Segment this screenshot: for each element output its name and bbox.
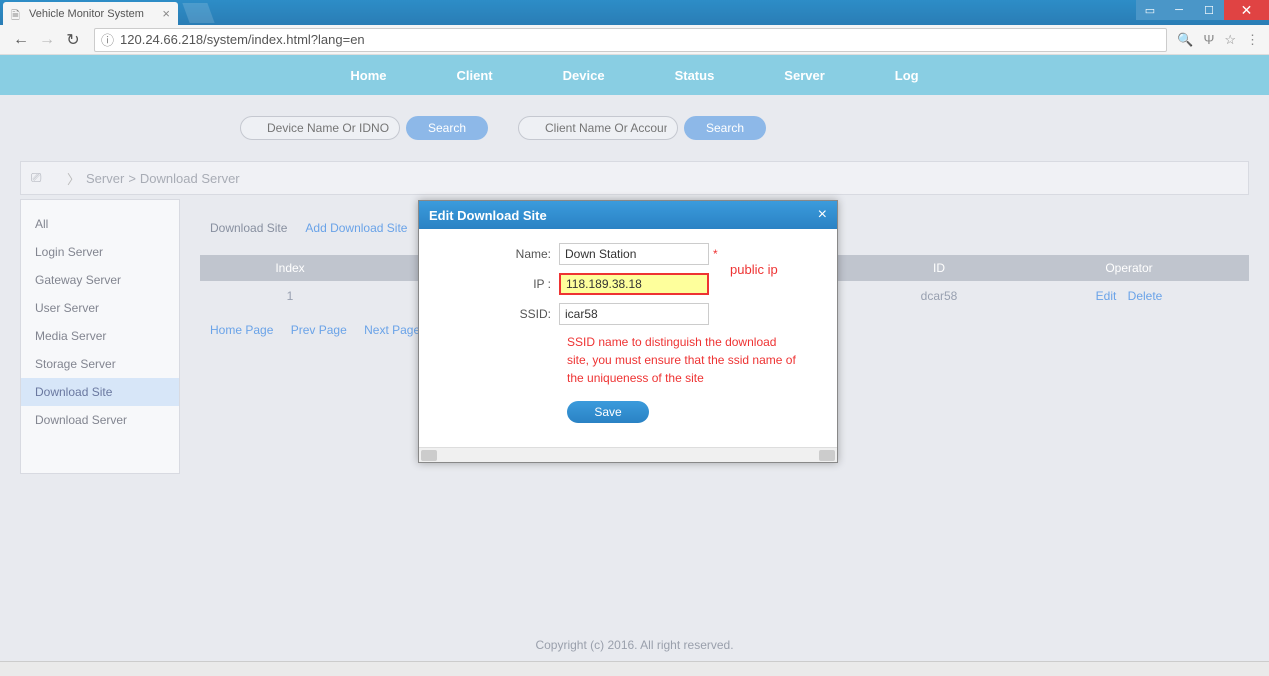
app-nav: Home Client Device Status Server Log xyxy=(350,68,918,83)
sidebar-item-login-server[interactable]: Login Server xyxy=(21,238,179,266)
cell-operator: Edit Delete xyxy=(1009,281,1249,311)
url-text: 120.24.66.218/system/index.html?lang=en xyxy=(120,32,365,47)
nav-home[interactable]: Home xyxy=(350,68,386,83)
reload-button[interactable]: ↻ xyxy=(62,29,84,51)
modal-horizontal-scrollbar[interactable] xyxy=(419,447,837,462)
nav-log[interactable]: Log xyxy=(895,68,919,83)
browser-titlebar: Vehicle Monitor System × ▭ ─ ☐ ✕ xyxy=(0,0,1269,25)
tab-close-icon[interactable]: × xyxy=(162,6,170,21)
client-search-group: Search xyxy=(518,116,766,140)
window-minimize-button[interactable]: ─ xyxy=(1164,0,1194,20)
nav-device[interactable]: Device xyxy=(563,68,605,83)
ip-input[interactable] xyxy=(559,273,709,295)
public-ip-annotation: public ip xyxy=(730,262,778,277)
device-search-button[interactable]: Search xyxy=(406,116,488,140)
footer: Copyright (c) 2016. All right reserved. xyxy=(0,638,1269,652)
bottom-scrollbar[interactable] xyxy=(0,661,1269,676)
cell-index: 1 xyxy=(200,281,380,311)
edit-link[interactable]: Edit xyxy=(1096,289,1117,303)
forward-button[interactable]: → xyxy=(36,29,58,51)
menu-icon[interactable]: ⋮ xyxy=(1246,32,1259,48)
nav-client[interactable]: Client xyxy=(457,68,493,83)
tab-add-download-site[interactable]: Add Download Site xyxy=(305,221,407,235)
breadcrumb-part2: Download Server xyxy=(140,171,240,186)
sidebar-item-storage-server[interactable]: Storage Server xyxy=(21,350,179,378)
chevron-icon: 〉 xyxy=(67,169,80,188)
ssid-label: SSID: xyxy=(429,307,559,321)
breadcrumb-sep: > xyxy=(128,171,136,186)
sidebar-item-media-server[interactable]: Media Server xyxy=(21,322,179,350)
ssid-input[interactable] xyxy=(559,303,709,325)
save-button[interactable]: Save xyxy=(567,401,649,423)
client-search-input[interactable] xyxy=(518,116,678,140)
required-star: * xyxy=(713,247,718,261)
window-maximize-button[interactable]: ☐ xyxy=(1194,0,1224,20)
new-tab-button[interactable] xyxy=(182,3,214,23)
sidebar-item-download-server[interactable]: Download Server xyxy=(21,406,179,434)
sidebar-item-download-site[interactable]: Download Site xyxy=(21,378,179,406)
client-search-button[interactable]: Search xyxy=(684,116,766,140)
nav-server[interactable]: Server xyxy=(784,68,824,83)
ip-label: IP : xyxy=(429,277,559,291)
scroll-left-icon[interactable] xyxy=(421,450,437,461)
search-row: Search Search xyxy=(0,95,1269,151)
sidebar: All Login Server Gateway Server User Ser… xyxy=(20,199,180,474)
zoom-icon[interactable]: 🔍 xyxy=(1177,32,1193,48)
modal-title: Edit Download Site xyxy=(429,208,547,223)
name-label: Name: xyxy=(429,247,559,261)
bookmark-icon[interactable]: ☆ xyxy=(1224,32,1236,48)
name-input[interactable] xyxy=(559,243,709,265)
th-operator: Operator xyxy=(1009,255,1249,281)
cell-id: dcar58 xyxy=(869,281,1009,311)
sidebar-item-gateway-server[interactable]: Gateway Server xyxy=(21,266,179,294)
browser-toolbar: ← → ↻ ⓘ 120.24.66.218/system/index.html?… xyxy=(0,25,1269,55)
url-bar[interactable]: ⓘ 120.24.66.218/system/index.html?lang=e… xyxy=(94,28,1167,52)
window-controls: ▭ ─ ☐ ✕ xyxy=(1136,0,1269,20)
th-index: Index xyxy=(200,255,380,281)
pager-home[interactable]: Home Page xyxy=(210,323,273,337)
breadcrumb: ⎚ 〉 Server > Download Server xyxy=(20,161,1249,195)
browser-tab[interactable]: Vehicle Monitor System × xyxy=(3,2,178,25)
window-account-icon[interactable]: ▭ xyxy=(1136,0,1164,20)
th-id: ID xyxy=(869,255,1009,281)
breadcrumb-part1[interactable]: Server xyxy=(86,171,124,186)
modal-header[interactable]: Edit Download Site × xyxy=(419,201,837,229)
device-search-group: Search xyxy=(240,116,488,140)
tab-title: Vehicle Monitor System xyxy=(29,8,144,20)
ssid-note: SSID name to distinguish the download si… xyxy=(567,333,797,387)
tab-download-site[interactable]: Download Site xyxy=(210,221,287,235)
modal-close-icon[interactable]: × xyxy=(818,206,827,224)
device-search-input[interactable] xyxy=(240,116,400,140)
psi-icon[interactable]: Ψ xyxy=(1203,32,1214,47)
scroll-right-icon[interactable] xyxy=(819,450,835,461)
delete-link[interactable]: Delete xyxy=(1128,289,1163,303)
nav-status[interactable]: Status xyxy=(675,68,715,83)
toolbar-right-icons: 🔍 Ψ ☆ ⋮ xyxy=(1167,32,1259,48)
pager-next[interactable]: Next Page xyxy=(364,323,420,337)
back-button[interactable]: ← xyxy=(10,29,32,51)
sidebar-item-all[interactable]: All xyxy=(21,210,179,238)
breadcrumb-icon: ⎚ xyxy=(31,170,51,186)
window-close-button[interactable]: ✕ xyxy=(1224,0,1269,20)
edit-download-site-modal: Edit Download Site × Name: * IP : SSID: … xyxy=(418,200,838,463)
sidebar-item-user-server[interactable]: User Server xyxy=(21,294,179,322)
form-row-ssid: SSID: xyxy=(429,303,827,325)
pager-prev[interactable]: Prev Page xyxy=(291,323,347,337)
site-info-icon[interactable]: ⓘ xyxy=(101,30,114,49)
app-header: Home Client Device Status Server Log xyxy=(0,55,1269,95)
file-icon xyxy=(11,7,23,21)
